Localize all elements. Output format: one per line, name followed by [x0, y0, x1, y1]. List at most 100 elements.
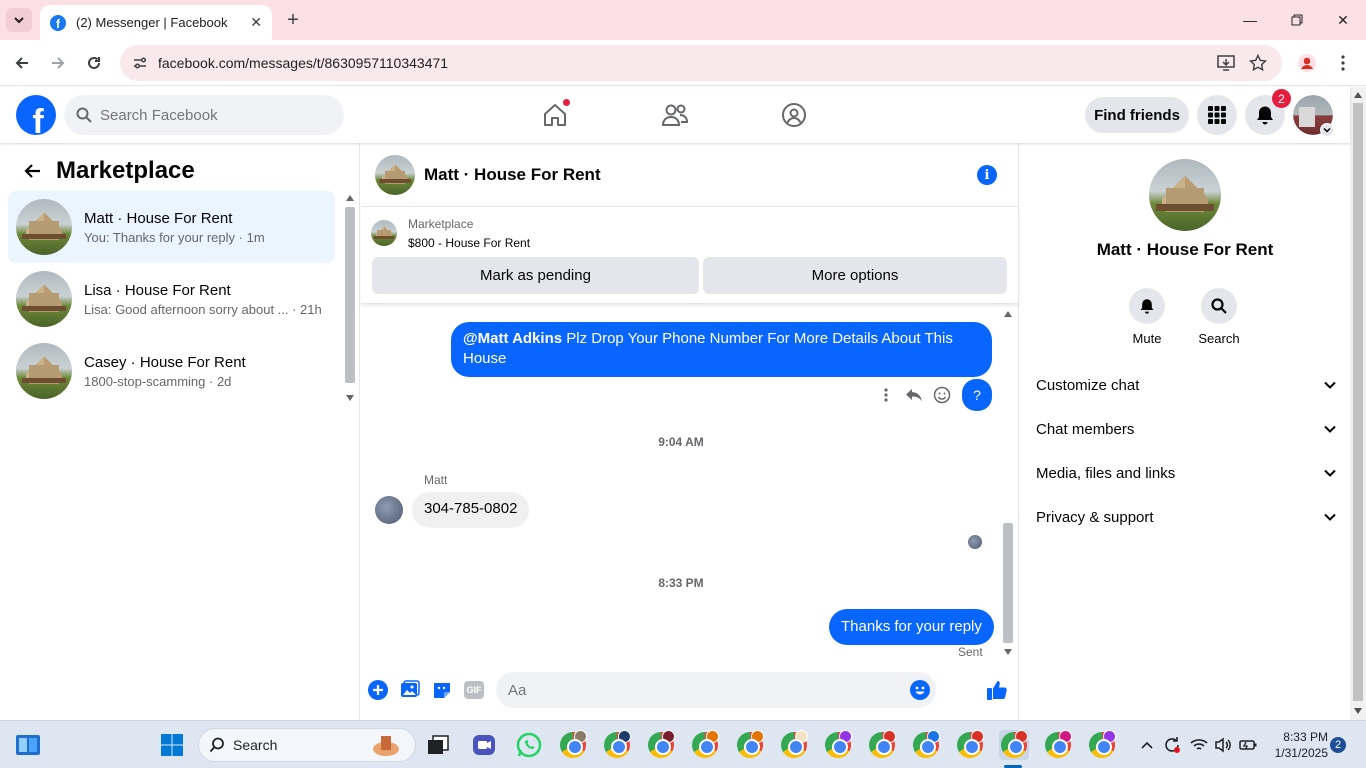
chrome-profile-13-icon[interactable] — [1087, 730, 1117, 760]
chat-members-row[interactable]: Chat members — [1036, 409, 1336, 449]
outgoing-message-question[interactable]: ? — [962, 379, 992, 411]
sender-avatar[interactable] — [375, 496, 403, 524]
chat-avatar[interactable] — [375, 154, 415, 195]
sync-icon[interactable] — [1159, 730, 1185, 760]
back-arrow-button[interactable] — [16, 155, 48, 187]
taskbar-search[interactable]: Search — [198, 728, 416, 762]
home-nav-button[interactable] — [539, 98, 571, 131]
sticker-button[interactable] — [431, 679, 453, 701]
media-files-links-row[interactable]: Media, files and links — [1036, 453, 1336, 493]
notifications-button[interactable]: 2 — [1245, 89, 1291, 135]
install-app-icon[interactable] — [1216, 53, 1236, 73]
whatsapp-icon[interactable] — [514, 730, 544, 760]
system-clock[interactable]: 8:33 PM 1/31/2025 — [1264, 729, 1328, 761]
chrome-profile-icon[interactable] — [1297, 53, 1317, 73]
tab-search-button[interactable] — [6, 8, 32, 32]
find-friends-button[interactable]: Find friends — [1085, 97, 1189, 133]
new-tab-button[interactable]: + — [282, 9, 304, 31]
attach-photo-button[interactable] — [399, 679, 421, 701]
restore-button[interactable] — [1285, 8, 1309, 32]
clock-time: 8:33 PM — [1283, 730, 1328, 744]
facebook-logo-icon[interactable]: f — [16, 95, 56, 135]
start-button[interactable] — [157, 730, 187, 760]
listing-thumbnail[interactable] — [371, 220, 397, 246]
mute-action[interactable]: Mute — [1117, 288, 1177, 346]
facebook-search-box[interactable] — [64, 95, 344, 135]
wifi-icon[interactable] — [1187, 730, 1211, 760]
volume-icon[interactable] — [1211, 730, 1235, 760]
chrome-profile-3-icon[interactable] — [646, 730, 676, 760]
chrome-profile-4-icon[interactable] — [690, 730, 720, 760]
chrome-profile-10-icon[interactable] — [955, 730, 985, 760]
minimize-button[interactable]: — — [1238, 8, 1262, 32]
scrollbar-thumb[interactable] — [1353, 103, 1363, 701]
chrome-profile-5-icon[interactable] — [735, 730, 765, 760]
customize-chat-row[interactable]: Customize chat — [1036, 365, 1336, 405]
send-like-button[interactable] — [985, 679, 1009, 701]
react-smiley-icon[interactable] — [931, 384, 953, 406]
incoming-message[interactable]: 304-785-0802 — [412, 492, 530, 528]
friends-nav-button[interactable] — [659, 99, 691, 131]
site-settings-icon[interactable] — [130, 53, 150, 73]
search-in-chat-action[interactable]: Search — [1189, 288, 1249, 346]
info-icon[interactable]: i — [977, 165, 997, 185]
chrome-profile-6-icon[interactable] — [779, 730, 809, 760]
bookmark-star-icon[interactable] — [1248, 53, 1268, 73]
message-input[interactable] — [508, 681, 908, 699]
scrollbar-thumb[interactable] — [1003, 523, 1013, 643]
more-actions-icon[interactable] — [875, 384, 897, 406]
account-chevron-icon[interactable] — [1320, 123, 1334, 137]
show-hidden-icons-chevron-up-icon[interactable] — [1135, 730, 1159, 760]
mention[interactable]: @Matt Adkins — [463, 330, 562, 347]
back-button[interactable] — [10, 51, 34, 75]
mark-as-pending-button[interactable]: Mark as pending — [372, 257, 699, 294]
taskbar-search-label: Search — [233, 737, 278, 753]
facebook-search-input[interactable] — [100, 106, 320, 124]
section-label: Media, files and links — [1036, 464, 1176, 482]
chrome-profile-8-icon[interactable] — [867, 730, 897, 760]
chrome-profile-2-icon[interactable] — [602, 730, 632, 760]
chat-title[interactable]: Matt · House For Rent — [424, 165, 601, 185]
meet-icon[interactable] — [469, 730, 499, 760]
privacy-support-row[interactable]: Privacy & support — [1036, 497, 1336, 537]
chrome-menu-icon[interactable] — [1333, 53, 1353, 73]
reload-button[interactable] — [82, 51, 106, 75]
conversation-item-matt[interactable]: Matt · House For Rent You: Thanks for yo… — [8, 191, 335, 263]
chevron-down-icon — [1324, 513, 1336, 521]
close-window-button[interactable]: ✕ — [1331, 8, 1355, 32]
chrome-profile-7-icon[interactable] — [823, 730, 853, 760]
omnibox[interactable]: facebook.com/messages/t/8630957110343471 — [120, 45, 1282, 81]
more-options-button[interactable]: More options — [703, 257, 1007, 294]
contact-avatar[interactable] — [1149, 159, 1221, 231]
browser-tab[interactable]: f (2) Messenger | Facebook ✕ — [40, 5, 272, 40]
chrome-profile-12-icon[interactable] — [1043, 730, 1073, 760]
scrollbar-thumb[interactable] — [345, 207, 355, 383]
conversation-item-lisa[interactable]: Lisa · House For Rent Lisa: Good afterno… — [8, 263, 335, 335]
battery-icon[interactable] — [1236, 730, 1260, 760]
notification-center-badge[interactable]: 2 — [1330, 737, 1346, 753]
conversation-list-scrollbar[interactable] — [343, 191, 357, 405]
chrome-profile-1-icon[interactable] — [558, 730, 588, 760]
reply-icon[interactable] — [903, 384, 925, 406]
tab-close-icon[interactable]: ✕ — [250, 14, 262, 31]
conversation-item-casey[interactable]: Casey · House For Rent 1800-stop-scammin… — [8, 335, 335, 407]
seen-avatar — [968, 535, 982, 549]
notification-count-badge: 2 — [1272, 89, 1291, 108]
chrome-profile-9-icon[interactable] — [911, 730, 941, 760]
forward-button[interactable] — [46, 51, 70, 75]
plus-actions-button[interactable] — [367, 679, 389, 701]
task-view-icon[interactable] — [423, 730, 453, 760]
gif-button[interactable]: GIF — [463, 679, 485, 701]
chrome-profile-11-icon-active[interactable] — [999, 730, 1029, 760]
emoji-icon[interactable] — [910, 680, 930, 700]
listing-title[interactable]: $800 - House For Rent — [408, 236, 530, 250]
outgoing-message[interactable]: @Matt Adkins Plz Drop Your Phone Number … — [451, 322, 992, 377]
widgets-icon[interactable] — [13, 730, 43, 760]
conversation-list-panel: Marketplace Matt · House For Rent You: T… — [0, 143, 360, 720]
message-input-box[interactable] — [496, 672, 936, 708]
outgoing-message[interactable]: Thanks for your reply — [829, 609, 994, 645]
groups-nav-button[interactable] — [778, 99, 810, 131]
menu-button[interactable] — [1197, 95, 1237, 135]
page-scrollbar[interactable] — [1350, 87, 1366, 720]
chat-scrollbar[interactable] — [1001, 305, 1016, 661]
